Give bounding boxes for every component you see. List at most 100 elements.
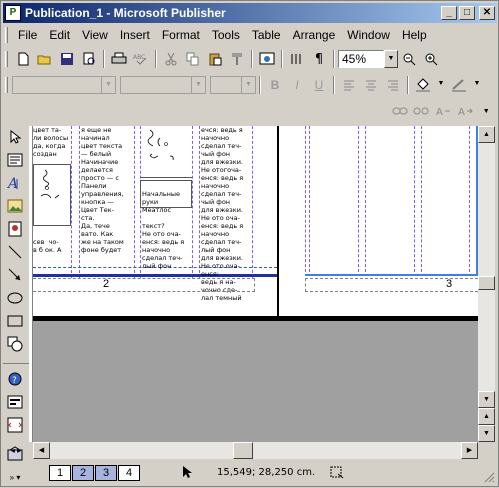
toolbar-separator	[333, 76, 335, 94]
connect-frames-toolbar: A A ▼	[389, 99, 497, 123]
menu-edit[interactable]: Edit	[43, 26, 76, 44]
minimize-button[interactable]: _	[441, 6, 457, 20]
html-code-fragment-icon[interactable]	[3, 414, 27, 436]
menu-format[interactable]: Format	[156, 26, 206, 44]
previous-page-button[interactable]: ▲	[478, 408, 495, 425]
horizontal-scroll-thumb[interactable]	[233, 442, 253, 459]
break-forward-link-icon[interactable]	[411, 101, 433, 121]
svg-text:A: A	[7, 176, 18, 191]
column-guide	[365, 126, 366, 272]
new-icon[interactable]	[12, 49, 34, 69]
zoom-in-icon[interactable]	[420, 49, 442, 69]
horizontal-scrollbar[interactable]: ◀ ▶	[33, 442, 478, 459]
text-column-2[interactable]: я еще не начинал цвет текста — белый Нач…	[81, 126, 124, 254]
line-color-dropdown-arrow[interactable]: ▼	[470, 76, 484, 94]
style-dropdown[interactable]: ▼	[12, 76, 116, 94]
next-text-box-icon[interactable]: A	[454, 101, 476, 121]
scroll-down-button[interactable]: ▼	[478, 391, 495, 408]
menu-window[interactable]: Window	[341, 26, 396, 44]
text-box-tool-icon[interactable]	[3, 149, 27, 171]
toolbar-separator	[407, 76, 409, 94]
picture-frame-tool-icon[interactable]	[3, 195, 27, 217]
page-number-box[interactable]	[33, 278, 255, 292]
format-painter-icon[interactable]	[226, 49, 248, 69]
menu-arrange[interactable]: Arrange	[287, 26, 342, 44]
column-guide	[421, 126, 422, 272]
scroll-right-button[interactable]: ▶	[461, 442, 478, 459]
clip-organizer-icon[interactable]	[3, 218, 27, 240]
page-tab-3[interactable]: 3	[95, 465, 117, 481]
toolbar-grip[interactable]	[5, 77, 8, 93]
underline-button[interactable]: U	[308, 75, 330, 95]
menu-tools[interactable]: Tools	[206, 26, 246, 44]
page-tab-1[interactable]: 1	[49, 465, 71, 481]
column-guide	[252, 126, 253, 278]
toolbar-options-icon[interactable]: ▼	[475, 101, 497, 121]
page-3[interactable]	[305, 126, 478, 276]
menu-table[interactable]: Table	[246, 26, 287, 44]
page-tab-2[interactable]: 2	[72, 465, 94, 481]
fill-color-dropdown-arrow[interactable]: ▼	[434, 76, 448, 94]
oval-tool-icon[interactable]	[3, 287, 27, 309]
ruler-scroll-arrows[interactable]: ◂ ▸	[3, 442, 29, 459]
font-dropdown[interactable]: ▼	[120, 76, 206, 94]
hot-spot-tool-icon[interactable]: ?	[3, 368, 27, 390]
title-bar[interactable]: P Publication_1 - Microsoft Publisher _ …	[3, 3, 497, 23]
menu-file[interactable]: File	[12, 26, 43, 44]
line-color-icon[interactable]	[448, 75, 470, 95]
close-button[interactable]: ✕	[479, 6, 495, 20]
menu-insert[interactable]: Insert	[114, 26, 156, 44]
wordart-tool-icon[interactable]: A	[3, 172, 27, 194]
previous-text-box-icon[interactable]: A	[432, 101, 454, 121]
paste-icon[interactable]	[204, 49, 226, 69]
zoom-input[interactable]: 45%	[338, 50, 384, 68]
font-size-dropdown[interactable]: ▼	[210, 76, 256, 94]
italic-button[interactable]: I	[286, 75, 308, 95]
open-icon[interactable]	[34, 49, 56, 69]
rectangle-tool-icon[interactable]	[3, 310, 27, 332]
align-right-icon[interactable]	[382, 75, 404, 95]
bold-button[interactable]: B	[264, 75, 286, 95]
publisher-app-icon[interactable]: P	[5, 5, 21, 21]
align-center-icon[interactable]	[360, 75, 382, 95]
line-tool-icon[interactable]	[3, 241, 27, 263]
cut-icon[interactable]	[160, 49, 182, 69]
web-preview-icon[interactable]	[256, 49, 278, 69]
scroll-left-button[interactable]: ◀	[33, 442, 50, 459]
page-tab-4[interactable]: 4	[118, 465, 140, 481]
two-page-spread[interactable]: цвет та- ли волосы да, когда создан сев …	[33, 126, 478, 320]
menu-grip[interactable]	[5, 27, 8, 43]
zoom-dropdown-arrow[interactable]: ▼	[384, 50, 398, 68]
select-objects-icon[interactable]	[3, 126, 27, 148]
align-left-icon[interactable]	[338, 75, 360, 95]
next-page-button[interactable]: ▼	[478, 425, 495, 442]
column-guide	[414, 126, 415, 272]
menu-help[interactable]: Help	[396, 26, 433, 44]
text-column-4[interactable]: ечся: ведь я начочно сделал теч- чый фон…	[201, 126, 243, 302]
toolbar-grip[interactable]	[5, 51, 8, 67]
arrow-tool-icon[interactable]	[3, 264, 27, 286]
columns-icon[interactable]	[286, 49, 308, 69]
fill-color-icon[interactable]	[412, 75, 434, 95]
heading-text-box[interactable]	[140, 180, 192, 208]
maximize-button[interactable]: □	[459, 6, 475, 20]
vertical-scrollbar[interactable]: ▲ ▼ ▲ ▼	[478, 126, 495, 442]
zoom-out-icon[interactable]	[398, 49, 420, 69]
form-control-tool-icon[interactable]	[3, 391, 27, 413]
save-icon[interactable]	[56, 49, 78, 69]
search-files-icon[interactable]	[78, 49, 100, 69]
menu-view[interactable]: View	[76, 26, 114, 44]
copy-icon[interactable]	[182, 49, 204, 69]
column-guide	[305, 126, 306, 272]
vertical-scroll-thumb[interactable]	[478, 276, 495, 290]
page-number-2: 2	[103, 278, 110, 290]
create-text-box-link-icon[interactable]	[389, 101, 411, 121]
resize-grip-icon[interactable]	[481, 471, 495, 483]
autoshapes-tool-icon[interactable]	[3, 333, 27, 355]
print-icon[interactable]	[108, 49, 130, 69]
show-special-characters-icon[interactable]: ¶	[308, 49, 330, 69]
spelling-icon[interactable]: ABC	[130, 49, 152, 69]
scroll-up-button[interactable]: ▲	[478, 126, 495, 143]
cursor-position-readout: 15,549; 28,250 cm.	[217, 467, 316, 478]
document-workspace[interactable]: цвет та- ли волосы да, когда создан сев …	[33, 126, 478, 442]
